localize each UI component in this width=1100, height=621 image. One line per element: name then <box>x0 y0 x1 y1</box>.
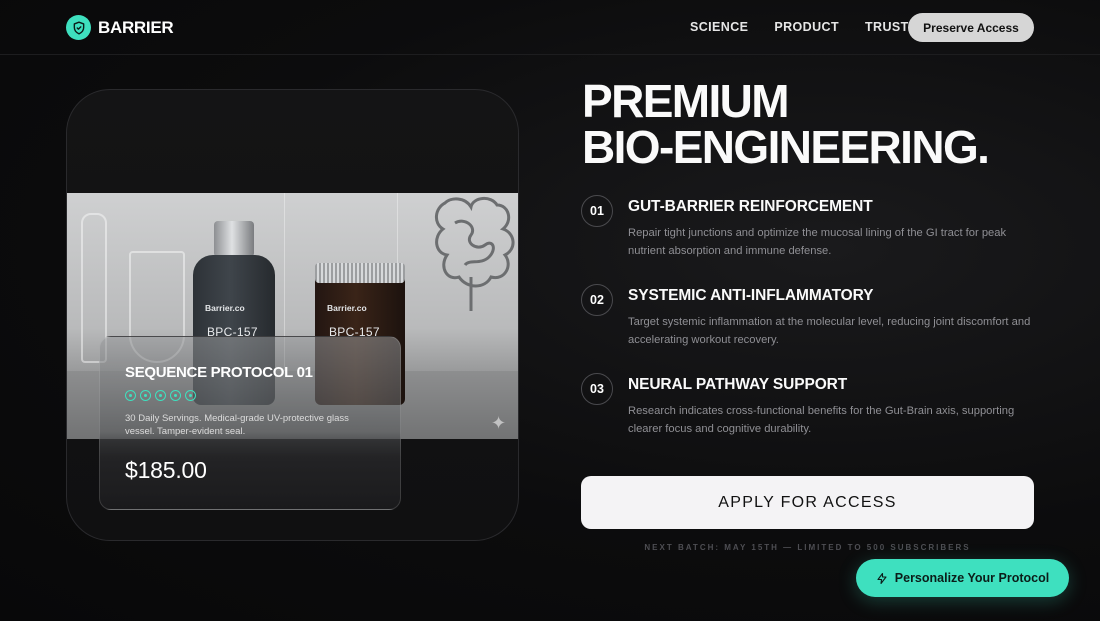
top-nav: BARRIER SCIENCE PRODUCT TRUST Preserve A… <box>0 0 1100 55</box>
feature-item: 01 GUT-BARRIER REINFORCEMENT Repair tigh… <box>581 195 1041 284</box>
star-icon <box>125 390 136 401</box>
feature-description: Repair tight junctions and optimize the … <box>628 227 1007 257</box>
sparkle-icon: ✦ <box>491 413 507 433</box>
star-icon <box>140 390 151 401</box>
product-title: SEQUENCE PROTOCOL 01 <box>125 364 313 381</box>
product-price: $185.00 <box>125 457 207 483</box>
feature-number: 03 <box>581 373 613 405</box>
nav-link-product[interactable]: PRODUCT <box>774 20 839 34</box>
feature-item: 03 NEURAL PATHWAY SUPPORT Research indic… <box>581 373 1041 462</box>
rating-stars <box>125 390 196 401</box>
product-info-panel[interactable]: SEQUENCE PROTOCOL 01 30 Daily Servings. … <box>99 336 401 510</box>
batch-note: NEXT BATCH: MAY 15TH — LIMITED TO 500 SU… <box>644 543 971 552</box>
feature-description: Target systemic inflammation at the mole… <box>628 316 1031 346</box>
feature-title: SYSTEMIC ANTI-INFLAMMATORY <box>628 287 874 304</box>
feature-list: 01 GUT-BARRIER REINFORCEMENT Repair tigh… <box>581 195 1041 462</box>
intestine-icon <box>435 197 515 311</box>
jar-brand-label: Barrier.co <box>327 303 367 313</box>
feature-number: 01 <box>581 195 613 227</box>
nav-link-trust[interactable]: TRUST <box>865 20 909 34</box>
star-icon <box>185 390 196 401</box>
bottle-cap <box>214 221 254 257</box>
apply-for-access-button[interactable]: APPLY FOR ACCESS <box>581 476 1034 529</box>
star-icon <box>155 390 166 401</box>
page: BARRIER SCIENCE PRODUCT TRUST Preserve A… <box>0 0 1100 621</box>
feature-number: 02 <box>581 284 613 316</box>
personalize-protocol-button[interactable]: Personalize Your Protocol <box>856 559 1069 597</box>
hero-headline: PREMIUM BIO-ENGINEERING. <box>582 75 990 173</box>
headline-line-1: PREMIUM <box>582 75 790 127</box>
feature-title: NEURAL PATHWAY SUPPORT <box>628 376 848 393</box>
jar-lid-top <box>315 263 405 283</box>
lightning-icon <box>877 572 887 584</box>
brand[interactable]: BARRIER <box>66 15 174 40</box>
shield-check-icon <box>66 15 91 40</box>
headline-line-2: BIO-ENGINEERING. <box>582 121 990 173</box>
bottle-brand-label: Barrier.co <box>205 303 245 313</box>
feature-title: GUT-BARRIER REINFORCEMENT <box>628 198 873 215</box>
preserve-access-button[interactable]: Preserve Access <box>908 13 1034 42</box>
feature-description: Research indicates cross-functional bene… <box>628 405 1015 435</box>
feature-item: 02 SYSTEMIC ANTI-INFLAMMATORY Target sys… <box>581 284 1041 373</box>
star-icon <box>170 390 181 401</box>
nav-links: SCIENCE PRODUCT TRUST <box>690 20 909 34</box>
product-card: Barrier.co BPC-157 Barrier.co BPC-157 ✦ … <box>66 89 519 541</box>
brand-name: BARRIER <box>98 17 174 37</box>
nav-link-science[interactable]: SCIENCE <box>690 20 748 34</box>
personalize-protocol-label: Personalize Your Protocol <box>894 571 1050 585</box>
product-description: 30 Daily Servings. Medical-grade UV-prot… <box>125 413 349 437</box>
